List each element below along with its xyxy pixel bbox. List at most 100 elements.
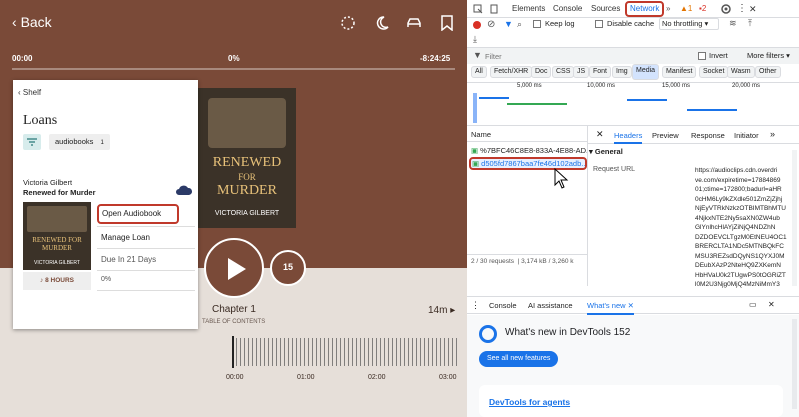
- divider: [97, 270, 195, 271]
- type-filter-socket[interactable]: Socket: [699, 66, 729, 78]
- shelf-back-link[interactable]: ‹ Shelf: [18, 88, 41, 97]
- feature-card: DevTools for agents: [479, 385, 783, 417]
- more-options-icon[interactable]: ⋮: [471, 300, 480, 311]
- type-filter-media[interactable]: Media: [632, 64, 660, 80]
- close-drawer-icon[interactable]: ✕: [768, 300, 775, 309]
- more-options-icon[interactable]: ⋮: [737, 0, 747, 18]
- tab-console[interactable]: Console: [553, 0, 582, 18]
- tab-network[interactable]: Network: [625, 1, 665, 17]
- manage-loan-button[interactable]: Manage Loan: [101, 233, 150, 242]
- type-filter-all[interactable]: All: [471, 66, 487, 78]
- detail-scrollbar[interactable]: [792, 150, 797, 286]
- progress-track[interactable]: [12, 68, 455, 70]
- clear-icon[interactable]: ⊘: [487, 19, 495, 30]
- type-filter-js[interactable]: JS: [573, 66, 590, 78]
- inspect-element-icon[interactable]: [473, 4, 483, 14]
- more-tabs-icon[interactable]: »: [666, 0, 670, 18]
- divider: [97, 226, 195, 227]
- timeline-tick: 10,000 ms: [587, 83, 616, 89]
- cloud-download-icon[interactable]: [175, 184, 193, 196]
- type-filter-fetch[interactable]: Fetch/XHR: [490, 66, 533, 78]
- tick-label: 00:00: [226, 374, 244, 381]
- type-filter-font[interactable]: Font: [589, 66, 612, 78]
- playback-speed-icon[interactable]: [340, 15, 356, 31]
- media-icon: ▣: [472, 159, 482, 168]
- devtools-for-agents-link[interactable]: DevTools for agents: [489, 397, 570, 407]
- chrome-devtools-logo-icon: [479, 325, 497, 343]
- back-button[interactable]: ‹ Back: [12, 14, 52, 30]
- request-row[interactable]: ▣ %7BFC46C8E8-833A-4E88-AD...: [471, 145, 587, 157]
- waveform[interactable]: [232, 338, 457, 366]
- name-column-header[interactable]: Name: [467, 128, 587, 142]
- search-icon[interactable]: ⌕: [517, 19, 522, 30]
- close-icon[interactable]: ✕: [749, 0, 757, 18]
- shelf-panel: ‹ Shelf Loans audiobooks 1 Victoria Gilb…: [13, 80, 198, 329]
- drawer-scrollbar[interactable]: [792, 319, 797, 409]
- network-timeline[interactable]: 5,000 ms 10,000 ms 15,000 ms 20,000 ms: [467, 82, 799, 126]
- type-filter-img[interactable]: Img: [612, 66, 632, 78]
- more-tabs-icon[interactable]: »: [770, 129, 775, 139]
- filter-button[interactable]: [23, 134, 41, 150]
- tab-preview[interactable]: Preview: [652, 131, 679, 140]
- chapter-title[interactable]: Chapter 1: [212, 304, 256, 315]
- car-mode-icon[interactable]: [406, 15, 422, 31]
- timeline-bar: [507, 103, 567, 105]
- type-filter-doc[interactable]: Doc: [531, 66, 552, 78]
- wifi-icon[interactable]: ≋: [729, 18, 737, 29]
- play-button[interactable]: [204, 238, 264, 298]
- type-filter-wasm[interactable]: Wasm: [727, 66, 755, 78]
- filter-input[interactable]: [485, 50, 685, 62]
- type-filter-css[interactable]: CSS: [552, 66, 575, 78]
- tick-label: 03:00: [439, 374, 457, 381]
- chevron-left-icon: ‹: [12, 14, 21, 30]
- media-icon: ▣: [471, 146, 481, 155]
- audiobooks-filter-chip[interactable]: audiobooks 1: [49, 134, 110, 150]
- timeline-tick: 20,000 ms: [732, 83, 761, 89]
- request-row-selected[interactable]: ▣ d505fd7867baa7fe46d102adb...: [469, 157, 587, 170]
- bookmark-icon[interactable]: [440, 15, 454, 31]
- close-icon[interactable]: ✕: [596, 129, 604, 140]
- drawer-tab-whats-new[interactable]: What's new ✕: [587, 301, 634, 315]
- invert-label: Invert: [709, 51, 728, 60]
- request-url-value[interactable]: https://audioclips.cdn.overdri ve.com/exp…: [695, 166, 791, 290]
- error-count[interactable]: ▪2: [699, 0, 706, 18]
- warning-count[interactable]: ▲1: [680, 0, 692, 18]
- filter-icon: [27, 138, 37, 146]
- dock-icon[interactable]: ▭: [749, 300, 757, 309]
- status-bar: 2 / 30 requests | 3,174 kB / 3,260 k: [467, 254, 587, 268]
- upload-icon[interactable]: ⤒: [748, 18, 752, 29]
- device-toolbar-icon[interactable]: [489, 4, 499, 14]
- keep-log-checkbox[interactable]: [533, 20, 541, 28]
- invert-checkbox[interactable]: [698, 52, 706, 60]
- tab-initiator[interactable]: Initiator: [734, 131, 759, 140]
- filter-funnel-icon[interactable]: ▼: [504, 19, 513, 29]
- open-audiobook-button[interactable]: Open Audiobook: [97, 204, 179, 224]
- general-section-toggle[interactable]: ▾ General: [589, 147, 623, 156]
- disable-cache-label: Disable cache: [607, 19, 655, 28]
- sleep-timer-icon[interactable]: [374, 15, 390, 31]
- drawer-tab-ai-assistance[interactable]: AI assistance: [528, 301, 573, 310]
- tab-response[interactable]: Response: [691, 131, 725, 140]
- drawer-tab-console[interactable]: Console: [489, 301, 517, 310]
- disable-cache-checkbox[interactable]: [595, 20, 603, 28]
- toc-link[interactable]: TABLE OF CONTENTS: [202, 319, 265, 325]
- book-thumbnail[interactable]: RENEWED FOR MURDER VICTORIA GILBERT: [23, 202, 91, 270]
- timeline-bar: [479, 97, 509, 99]
- throttling-select[interactable]: No throttling ▾: [659, 18, 719, 30]
- more-filters-dropdown[interactable]: More filters ▾: [747, 51, 790, 60]
- download-har-icon[interactable]: ⤓: [473, 34, 477, 45]
- tab-sources[interactable]: Sources: [591, 0, 620, 18]
- skip-forward-button[interactable]: 15: [270, 250, 306, 286]
- mouse-cursor-icon: [554, 167, 569, 189]
- record-icon[interactable]: [473, 21, 481, 29]
- type-filter-manifest[interactable]: Manifest: [662, 66, 697, 78]
- type-filter-other[interactable]: Other: [755, 66, 781, 78]
- tab-elements[interactable]: Elements: [512, 0, 545, 18]
- book-title[interactable]: Renewed for Murder: [23, 188, 96, 197]
- tab-headers[interactable]: Headers: [614, 131, 643, 144]
- settings-gear-icon[interactable]: [720, 3, 732, 15]
- due-date: Due In 21 Days: [101, 255, 157, 264]
- elapsed-time: 00:00: [12, 54, 33, 63]
- playhead[interactable]: [232, 336, 234, 368]
- see-all-features-button[interactable]: See all new features: [479, 351, 559, 367]
